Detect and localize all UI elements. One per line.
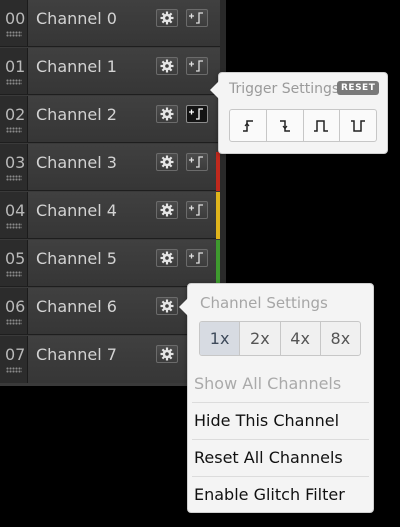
channel-settings-button[interactable] (156, 345, 178, 363)
channel-number-box: 00 (0, 0, 28, 46)
channel-number: 01 (5, 57, 26, 76)
add-trigger-icon (189, 156, 203, 168)
channel-number: 05 (5, 249, 26, 268)
channel-number-box: 01 (0, 48, 28, 94)
low-pulse-icon (351, 119, 366, 132)
channel-row-5[interactable]: 05 Channel 5 (0, 240, 224, 287)
popover-title: Trigger Settings (229, 81, 340, 97)
channel-number-box: 02 (0, 96, 28, 142)
gear-icon (160, 11, 174, 25)
popover-title: Channel Settings (200, 294, 328, 312)
add-trigger-icon (189, 12, 203, 24)
trigger-button[interactable] (186, 57, 208, 75)
channel-settings-button[interactable] (156, 249, 178, 267)
reset-button[interactable]: RESET (337, 81, 380, 95)
trigger-button-active[interactable] (186, 105, 208, 123)
menu-item-enable-glitch-filter[interactable]: Enable Glitch Filter (188, 477, 373, 513)
channel-row-4[interactable]: 04 Channel 4 (0, 192, 224, 239)
channel-row-1[interactable]: 01 Channel 1 (0, 48, 224, 95)
menu-item-show-all-channels: Show All Channels (194, 374, 342, 393)
channel-name[interactable]: Channel 7 (36, 345, 117, 364)
channel-settings-button[interactable] (156, 201, 178, 219)
channel-settings-button[interactable] (156, 153, 178, 171)
channel-number-box: 05 (0, 240, 28, 286)
trigger-type-group (229, 109, 377, 142)
trigger-settings-popover: Trigger Settings RESET (210, 72, 388, 154)
channel-number: 02 (5, 105, 26, 124)
gear-icon (160, 251, 174, 265)
add-trigger-icon (189, 252, 203, 264)
channel-settings-button[interactable] (156, 105, 178, 123)
channel-name[interactable]: Channel 3 (36, 153, 117, 172)
high-pulse-icon (314, 119, 329, 132)
channel-name[interactable]: Channel 6 (36, 297, 117, 316)
channel-settings-popover: Channel Settings 1x 2x 4x 8x Show All Ch… (179, 283, 374, 513)
add-trigger-icon (189, 204, 203, 216)
channel-name[interactable]: Channel 5 (36, 249, 117, 268)
channel-settings-button[interactable] (156, 297, 178, 315)
channel-settings-button[interactable] (156, 57, 178, 75)
menu-item-reset-all-channels[interactable]: Reset All Channels (188, 440, 373, 476)
rising-edge-icon (242, 119, 253, 132)
multiplier-1x[interactable]: 1x (200, 322, 241, 355)
channel-row-0[interactable]: 00 Channel 0 (0, 0, 224, 47)
height-multiplier-group: 1x 2x 4x 8x (199, 321, 361, 356)
gear-icon (160, 203, 174, 217)
drag-grip-icon[interactable] (6, 367, 22, 373)
drag-grip-icon[interactable] (6, 271, 22, 277)
add-trigger-icon (189, 60, 203, 72)
channel-name[interactable]: Channel 1 (36, 57, 117, 76)
menu-item-hide-this-channel[interactable]: Hide This Channel (188, 403, 373, 439)
gear-icon (160, 59, 174, 73)
multiplier-8x[interactable]: 8x (321, 322, 360, 355)
drag-grip-icon[interactable] (6, 31, 22, 37)
channel-number-box: 07 (0, 336, 28, 383)
popover-arrow (210, 81, 219, 99)
trigger-button[interactable] (186, 9, 208, 27)
channel-number: 03 (5, 153, 26, 172)
trigger-button[interactable] (186, 153, 208, 171)
channel-row-2[interactable]: 02 Channel 2 (0, 96, 224, 143)
gear-icon (160, 155, 174, 169)
drag-grip-icon[interactable] (6, 127, 22, 133)
drag-grip-icon[interactable] (6, 79, 22, 85)
gear-icon (160, 299, 174, 313)
channel-name[interactable]: Channel 4 (36, 201, 117, 220)
drag-grip-icon[interactable] (6, 175, 22, 181)
popover-arrow (179, 298, 188, 316)
trigger-option-low-pulse[interactable] (340, 110, 376, 141)
channel-name[interactable]: Channel 2 (36, 105, 117, 124)
channel-number: 04 (5, 201, 26, 220)
multiplier-2x[interactable]: 2x (240, 322, 281, 355)
channel-number-box: 03 (0, 144, 28, 190)
falling-edge-icon (279, 119, 290, 132)
trigger-button[interactable] (186, 249, 208, 267)
channel-name[interactable]: Channel 0 (36, 9, 117, 28)
channel-row-3[interactable]: 03 Channel 3 (0, 144, 224, 191)
channel-number-box: 04 (0, 192, 28, 238)
channel-number-box: 06 (0, 288, 28, 334)
channel-settings-button[interactable] (156, 9, 178, 27)
gear-icon (160, 347, 174, 361)
trigger-option-high-pulse[interactable] (304, 110, 341, 141)
channel-number: 00 (5, 9, 26, 28)
channel-number: 06 (5, 297, 26, 316)
drag-grip-icon[interactable] (6, 223, 22, 229)
trigger-button[interactable] (186, 201, 208, 219)
multiplier-4x[interactable]: 4x (281, 322, 321, 355)
channel-number: 07 (5, 345, 26, 364)
trigger-option-rising-edge[interactable] (230, 110, 267, 141)
drag-grip-icon[interactable] (6, 319, 22, 325)
add-trigger-icon (189, 108, 203, 120)
gear-icon (160, 107, 174, 121)
trigger-option-falling-edge[interactable] (267, 110, 304, 141)
